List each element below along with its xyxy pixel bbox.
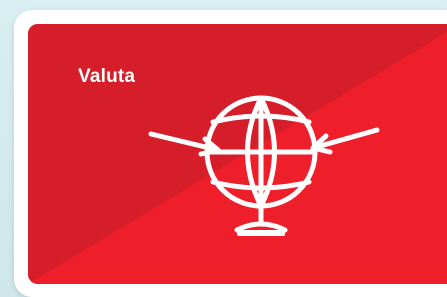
currency-card[interactable]: Valuta	[28, 24, 447, 284]
arrow-left-icon	[310, 127, 380, 155]
globe-icon	[148, 95, 380, 236]
